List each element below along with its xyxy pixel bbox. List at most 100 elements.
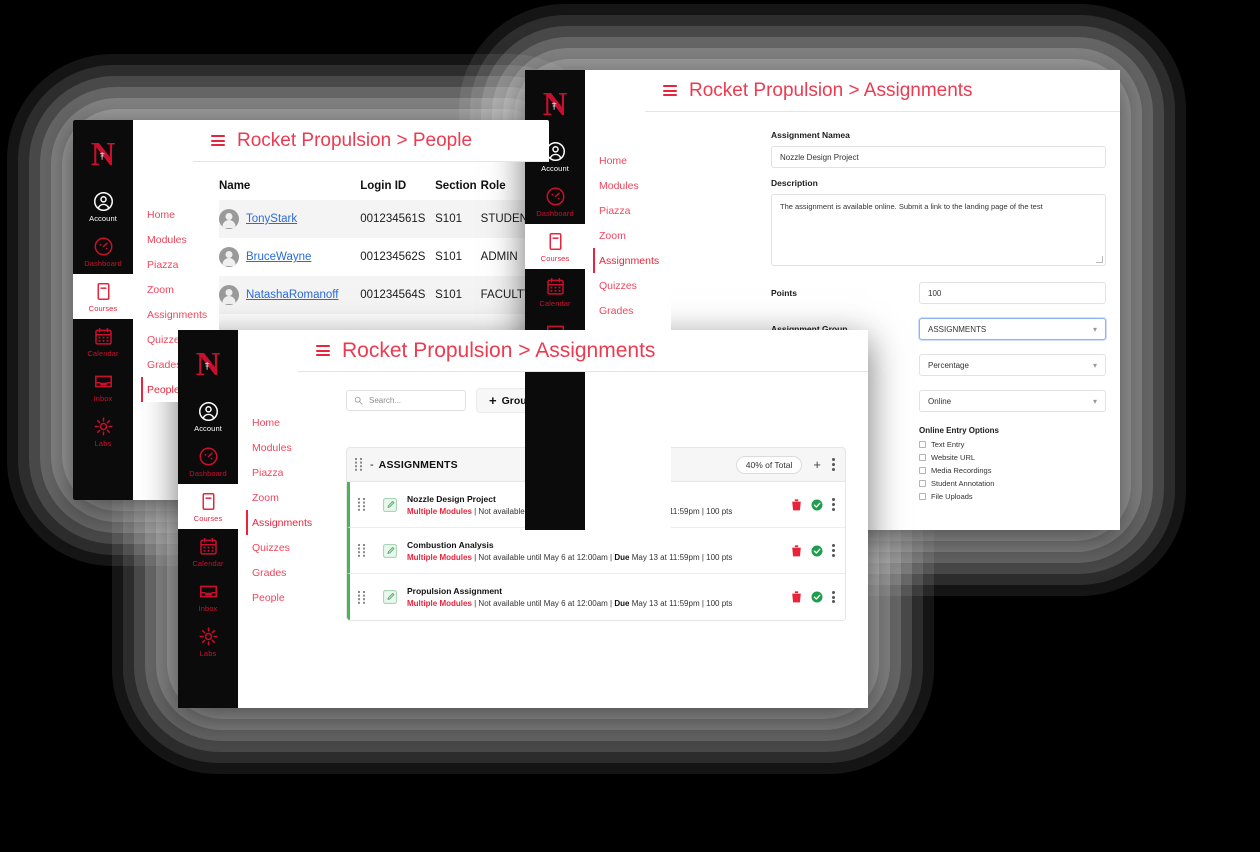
checkbox-icon[interactable] <box>919 454 926 461</box>
person-name-link[interactable]: NatashaRomanoff <box>246 289 338 301</box>
description-textarea[interactable]: The assignment is available online. Subm… <box>771 194 1106 266</box>
course-nav-people[interactable]: People <box>248 585 324 610</box>
checkbox-icon[interactable] <box>919 467 926 474</box>
global-nav-rail[interactable]: N Account Dash <box>73 120 133 500</box>
rail-item-account[interactable]: Account <box>178 394 238 439</box>
course-nav-assignments[interactable]: Assignments <box>593 248 671 273</box>
checkbox-icon[interactable] <box>919 480 926 487</box>
course-nav-home[interactable]: Home <box>143 202 219 227</box>
drag-handle-icon[interactable] <box>358 544 365 557</box>
course-nav-zoom[interactable]: Zoom <box>595 223 671 248</box>
rail-item-labs[interactable]: Labs <box>178 619 238 664</box>
rail-item-courses[interactable]: Courses <box>525 224 585 269</box>
person-name-link[interactable]: TonyStark <box>246 213 297 225</box>
table-row[interactable]: NatashaRomanoff 001234564S S101 FACULTY <box>219 276 539 314</box>
assignment-title[interactable]: Combustion Analysis <box>407 540 772 550</box>
course-nav-quizzes[interactable]: Quizzes <box>595 273 671 298</box>
rail-item-courses[interactable]: Courses <box>178 484 238 529</box>
rail-label-labs: Labs <box>94 439 112 448</box>
menu-burger-icon[interactable] <box>316 342 330 358</box>
rail-item-labs[interactable]: Labs <box>73 409 133 454</box>
course-nav-zoom[interactable]: Zoom <box>248 485 324 510</box>
assignment-group-select[interactable]: ASSIGNMENTS ▾ <box>919 318 1106 340</box>
window-assignments-list[interactable]: N Account Dashboard Courses Calendar Inb… <box>178 330 868 708</box>
course-nav-modules[interactable]: Modules <box>595 173 671 198</box>
group-kebab-menu-icon[interactable] <box>832 457 835 472</box>
group-header-actions: 40% of Total + <box>735 455 835 474</box>
published-check-icon[interactable] <box>811 499 823 511</box>
cell-login-id: 001234561S <box>360 213 426 225</box>
assignment-edit-icon[interactable] <box>382 589 398 605</box>
display-grade-select[interactable]: Percentage ▾ <box>919 354 1106 376</box>
speedometer-icon <box>94 237 112 256</box>
inbox-icon <box>199 585 217 598</box>
rail-item-dashboard[interactable]: Dashboard <box>73 229 133 274</box>
assignment-modules[interactable]: Multiple Modules <box>407 553 472 562</box>
delete-icon[interactable] <box>791 544 802 557</box>
course-nav-zoom[interactable]: Zoom <box>143 277 219 302</box>
assignment-name-input[interactable]: Nozzle Design Project <box>771 146 1106 168</box>
published-check-icon[interactable] <box>811 591 823 603</box>
option-website-url[interactable]: Website URL <box>919 453 1106 462</box>
row-kebab-menu-icon[interactable] <box>832 543 835 558</box>
rail-item-calendar[interactable]: Calendar <box>73 319 133 364</box>
table-row[interactable]: BruceWayne 001234562S S101 ADMIN <box>219 238 539 276</box>
assignment-modules[interactable]: Multiple Modules <box>407 507 472 516</box>
course-nav-detail[interactable]: Home Modules Piazza Zoom Assignments Qui… <box>585 112 671 530</box>
course-nav-home[interactable]: Home <box>595 148 671 173</box>
rail-item-calendar[interactable]: Calendar <box>525 269 585 314</box>
drag-handle-icon[interactable] <box>355 458 362 471</box>
course-nav-modules[interactable]: Modules <box>248 435 324 460</box>
rail-item-courses[interactable]: Courses <box>73 274 133 319</box>
points-input[interactable]: 100 <box>919 282 1106 304</box>
course-nav-piazza[interactable]: Piazza <box>143 252 219 277</box>
course-nav-grades[interactable]: Grades <box>248 560 324 585</box>
rail-item-inbox[interactable]: Inbox <box>73 364 133 409</box>
drag-handle-icon[interactable] <box>358 498 365 511</box>
course-nav-list[interactable]: Home Modules Piazza Zoom Assignments Qui… <box>238 372 324 708</box>
course-nav-home[interactable]: Home <box>248 410 324 435</box>
checkbox-icon[interactable] <box>919 441 926 448</box>
rail-item-dashboard[interactable]: Dashboard <box>525 179 585 224</box>
course-nav-grades[interactable]: Grades <box>595 298 671 323</box>
course-nav-modules[interactable]: Modules <box>143 227 219 252</box>
rail-item-inbox[interactable]: Inbox <box>178 574 238 619</box>
assignment-modules[interactable]: Multiple Modules <box>407 599 472 608</box>
drag-handle-icon[interactable] <box>358 590 365 604</box>
rail-item-account[interactable]: Account <box>73 184 133 229</box>
option-student-annotation[interactable]: Student Annotation <box>919 479 1106 488</box>
add-to-group-icon[interactable]: + <box>813 458 821 471</box>
global-nav-rail[interactable]: N Account Dash <box>178 330 238 708</box>
course-nav-assignments[interactable]: Assignments <box>143 302 219 327</box>
assignment-edit-icon[interactable] <box>382 543 398 559</box>
assignment-title[interactable]: Propulsion Assignment <box>407 586 772 596</box>
assignment-row[interactable]: Propulsion Assignment Multiple Modules |… <box>347 574 845 620</box>
checkbox-icon[interactable] <box>919 493 926 500</box>
delete-icon[interactable] <box>791 498 802 511</box>
gear-icon <box>199 627 217 646</box>
option-file-uploads[interactable]: File Uploads <box>919 492 1106 501</box>
table-row[interactable]: TonyStark 001234561S S101 STUDENT <box>219 200 539 238</box>
rail-item-dashboard[interactable]: Dashboard <box>178 439 238 484</box>
row-kebab-menu-icon[interactable] <box>832 589 835 604</box>
rail-item-calendar[interactable]: Calendar <box>178 529 238 574</box>
display-grade-value: Percentage <box>928 360 969 370</box>
delete-icon[interactable] <box>791 591 802 603</box>
option-text-entry[interactable]: Text Entry <box>919 440 1106 449</box>
submission-type-select[interactable]: Online ▾ <box>919 390 1106 412</box>
assignment-row[interactable]: Combustion Analysis Multiple Modules | N… <box>347 528 845 574</box>
collapse-toggle-icon[interactable]: - <box>370 459 374 471</box>
assignment-edit-icon[interactable] <box>382 497 398 513</box>
person-name-link[interactable]: BruceWayne <box>246 251 311 263</box>
option-media-recordings[interactable]: Media Recordings <box>919 466 1106 475</box>
course-nav-piazza[interactable]: Piazza <box>248 460 324 485</box>
menu-burger-icon[interactable] <box>663 82 677 98</box>
search-input[interactable]: Search... <box>346 390 466 411</box>
assignment-subtitle: Multiple Modules | Not available until M… <box>407 599 733 608</box>
menu-burger-icon[interactable] <box>211 132 225 148</box>
course-nav-assignments[interactable]: Assignments <box>246 510 324 535</box>
row-kebab-menu-icon[interactable] <box>832 497 835 512</box>
course-nav-quizzes[interactable]: Quizzes <box>248 535 324 560</box>
published-check-icon[interactable] <box>811 545 823 557</box>
course-nav-piazza[interactable]: Piazza <box>595 198 671 223</box>
